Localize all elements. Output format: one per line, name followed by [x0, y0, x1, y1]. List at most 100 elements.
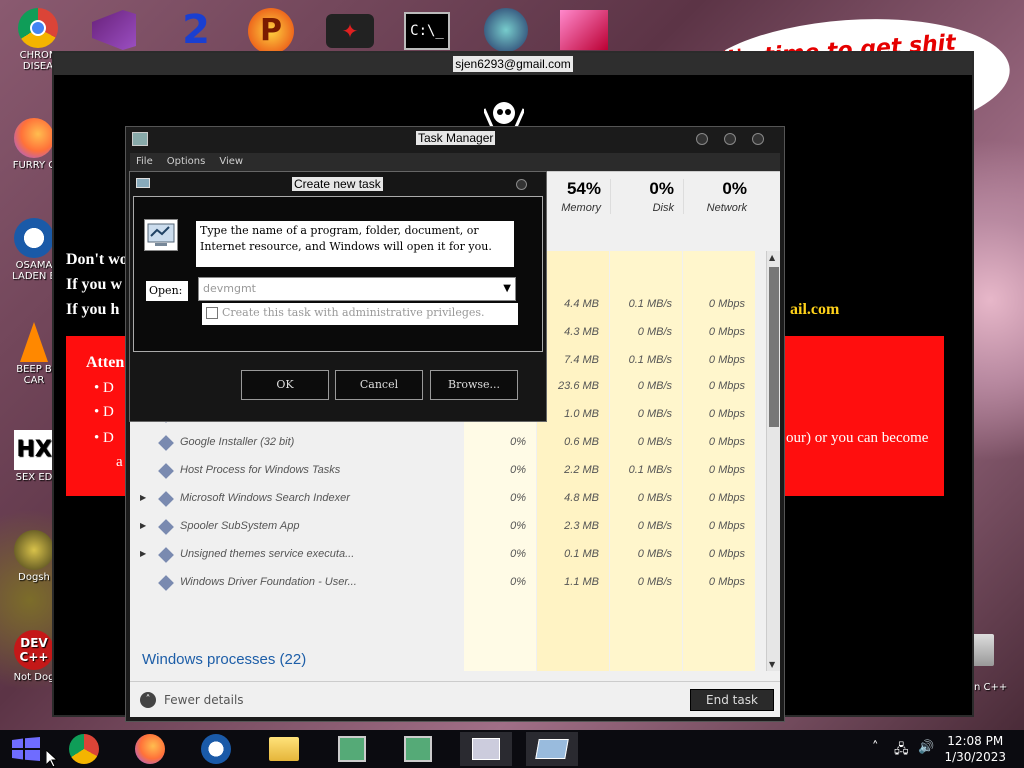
chevron-up-icon[interactable]: ˄ — [872, 740, 879, 755]
app-icon-p[interactable]: P — [248, 8, 294, 54]
process-cpu: 0% — [510, 492, 526, 504]
process-row[interactable]: ▶ Spooler SubSystem App 0% 2.3 MB 0 MB/s 0 Mb… — [130, 513, 764, 541]
expand-arrow-icon[interactable]: ▶ — [140, 549, 146, 558]
scrollbar-thumb[interactable] — [769, 267, 779, 427]
column-header-network[interactable]: 0% Network — [683, 179, 755, 214]
scroll-up-arrow[interactable]: ▲ — [769, 253, 775, 262]
process-memory: 2.2 MB — [564, 464, 599, 476]
taskbar-network-app-2[interactable] — [392, 732, 444, 766]
ransom-window-title: sjen6293@gmail.com — [453, 56, 573, 72]
taskbar-run[interactable] — [526, 732, 578, 766]
end-task-button[interactable]: End task — [690, 689, 774, 711]
network-label: Network — [706, 202, 747, 214]
firefox-icon — [135, 734, 165, 764]
dialog-close-button[interactable] — [516, 179, 527, 190]
process-cpu: 0% — [510, 576, 526, 588]
volume-icon[interactable]: 🔊 — [918, 740, 934, 755]
dialog-content-panel: Type the name of a program, folder, docu… — [133, 196, 543, 352]
process-disk: 0 MB/s — [637, 436, 672, 448]
menu-options[interactable]: Options — [167, 153, 206, 171]
maximize-button[interactable] — [724, 133, 736, 145]
admin-privileges-option[interactable]: Create this task with administrative pri… — [202, 303, 518, 325]
process-network: 0 Mbps — [708, 298, 745, 310]
process-name: Microsoft Windows Search Indexer — [180, 492, 350, 504]
monitor-icon — [338, 736, 366, 762]
taskbar-network-app-1[interactable] — [326, 732, 378, 766]
ransom-line-3: If you h — [66, 301, 120, 318]
process-memory: 2.3 MB — [564, 520, 599, 532]
app-icon-pink[interactable] — [560, 10, 608, 50]
clock-date: 1/30/2023 — [944, 750, 1006, 764]
process-cpu: 0% — [510, 548, 526, 560]
warning-bullet: • D — [94, 380, 114, 396]
process-cpu: 0% — [510, 520, 526, 532]
taskbar-task-manager[interactable] — [460, 732, 512, 766]
process-row[interactable]: ▶ Microsoft Windows Search Indexer 0% 4.8 M… — [130, 485, 764, 513]
taskbar-firefox[interactable] — [124, 732, 176, 766]
browse-button[interactable]: Browse... — [430, 370, 518, 400]
network-percent: 0% — [722, 179, 747, 198]
monitor-icon — [404, 736, 432, 762]
app-icon-red[interactable]: ✦ — [326, 14, 374, 48]
warning-bullet: • D — [94, 430, 114, 446]
disk-label: Disk — [652, 202, 674, 214]
minimize-button[interactable] — [696, 133, 708, 145]
process-disk: 0 MB/s — [637, 408, 672, 420]
taskbar-chrome[interactable] — [58, 732, 110, 766]
admin-checkbox[interactable] — [206, 307, 218, 319]
process-memory: 4.8 MB — [564, 492, 599, 504]
run-dialog-icon — [535, 739, 569, 759]
vertical-scrollbar[interactable]: ▲ ▼ — [766, 251, 780, 671]
cmd-icon[interactable]: C:\_ — [404, 12, 450, 50]
process-network: 0 Mbps — [708, 326, 745, 338]
obama-logo-icon — [201, 734, 231, 764]
open-input[interactable]: devmgmt ▼ — [198, 277, 516, 301]
windows-processes-group[interactable]: Windows processes (22) — [142, 651, 306, 668]
close-button[interactable] — [752, 133, 764, 145]
taskbar-file-explorer[interactable] — [258, 732, 310, 766]
process-row[interactable]: Windows Driver Foundation - User... 0% 1.1… — [130, 569, 764, 597]
taskbar-clock[interactable]: 12:08 PM 1/30/2023 — [944, 733, 1006, 765]
start-button[interactable] — [0, 732, 52, 766]
taskbar: ˄ 🖧 🔊 12:08 PM 1/30/2023 — [0, 730, 1024, 768]
chevron-up-icon[interactable]: ˄ — [140, 692, 156, 708]
fewer-details-link[interactable]: Fewer details — [164, 693, 244, 707]
process-memory: 0.6 MB — [564, 436, 599, 448]
create-new-task-dialog: Create new task Type the name of a progr… — [129, 171, 547, 422]
process-row[interactable]: ▶ Unsigned themes service executa... 0% 0.1… — [130, 541, 764, 569]
mouse-cursor-icon — [46, 750, 58, 768]
cancel-button[interactable]: Cancel — [335, 370, 423, 400]
folder-icon — [269, 737, 299, 761]
scroll-down-arrow[interactable]: ▼ — [769, 660, 775, 669]
menu-view[interactable]: View — [219, 153, 243, 171]
expand-arrow-icon[interactable]: ▶ — [140, 521, 146, 530]
process-icon — [158, 463, 174, 479]
process-row[interactable]: Host Process for Windows Tasks 0% 2.2 MB 0.… — [130, 457, 764, 485]
process-icon — [158, 519, 174, 535]
process-network: 0 Mbps — [708, 492, 745, 504]
process-name: Spooler SubSystem App — [180, 520, 300, 532]
recycle-bin-icon[interactable] — [972, 634, 994, 666]
process-disk: 0 MB/s — [637, 326, 672, 338]
taskbar-obama[interactable] — [190, 732, 242, 766]
menu-file[interactable]: File — [136, 153, 153, 171]
dropdown-arrow-icon[interactable]: ▼ — [503, 278, 511, 300]
column-header-disk[interactable]: 0% Disk — [610, 179, 682, 214]
process-row[interactable]: Google Installer (32 bit) 0% 0.6 MB 0 MB/s 0… — [130, 429, 764, 457]
expand-arrow-icon[interactable]: ▶ — [140, 493, 146, 502]
skull-icon — [482, 99, 526, 129]
process-disk: 0.1 MB/s — [628, 298, 672, 310]
task-manager-icon — [472, 738, 500, 760]
dialog-title-bar[interactable]: Create new task — [130, 172, 546, 196]
app-icon-globe[interactable] — [484, 8, 528, 52]
process-cpu: 0% — [510, 464, 526, 476]
ok-button[interactable]: OK — [241, 370, 329, 400]
column-header-memory[interactable]: 54% Memory — [537, 179, 609, 214]
task-manager-title-bar[interactable]: Task Manager — [126, 127, 784, 153]
warning-heading: Atten — [86, 354, 125, 371]
process-memory: 0.1 MB — [564, 548, 599, 560]
network-icon[interactable]: 🖧 — [894, 740, 909, 762]
app-icon-2[interactable]: 2 — [176, 8, 216, 52]
process-disk: 0.1 MB/s — [628, 354, 672, 366]
dialog-app-icon — [136, 178, 150, 188]
